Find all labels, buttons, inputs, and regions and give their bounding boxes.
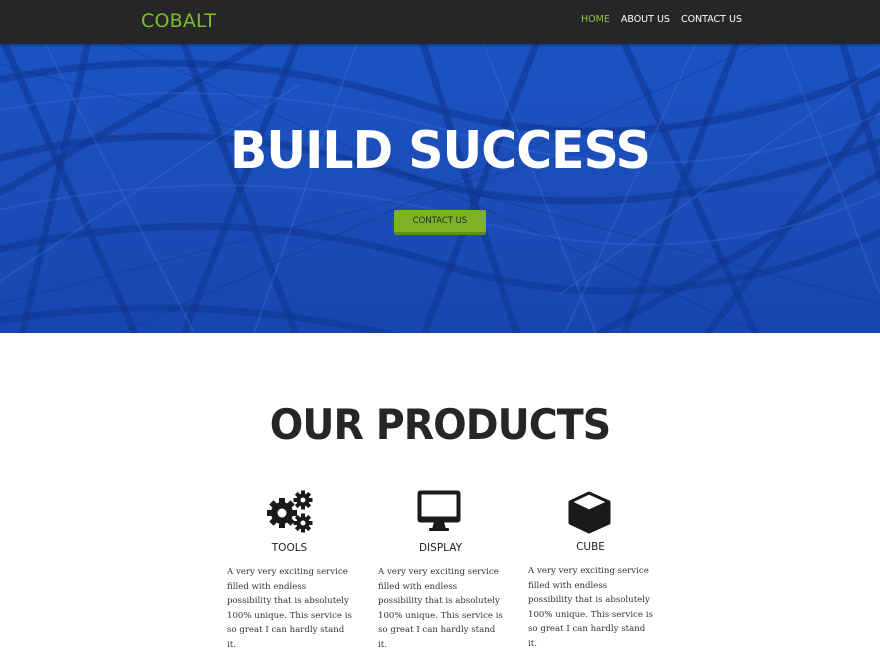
nav-links: HOME ABOUT US CONTACT US [581, 14, 742, 25]
hero-background-lattice [0, 44, 880, 333]
hero-section: BUILD SUCCESS CONTACT US [0, 44, 880, 333]
contact-us-button[interactable]: CONTACT US [394, 210, 486, 235]
cube-icon [566, 490, 616, 536]
product-description: A very very exciting service filled with… [528, 566, 653, 649]
product-description: A very very exciting service filled with… [378, 567, 503, 650]
brand-logo[interactable]: COBALT [141, 10, 216, 32]
product-description: A very very exciting service filled with… [227, 567, 352, 650]
top-navbar: COBALT HOME ABOUT US CONTACT US [0, 0, 880, 44]
nav-link-about-us[interactable]: ABOUT US [621, 14, 670, 25]
gears-icon [265, 488, 315, 534]
desktop-icon [416, 488, 466, 534]
product-name: CUBE [576, 541, 605, 553]
product-name: TOOLS [271, 542, 308, 554]
product-name: DISPLAY [418, 542, 463, 554]
nav-link-home[interactable]: HOME [581, 14, 610, 25]
nav-link-contact-us[interactable]: CONTACT US [681, 14, 742, 25]
hero-title: BUILD SUCCESS [230, 121, 651, 181]
products-title: OUR PRODUCTS [269, 400, 611, 449]
